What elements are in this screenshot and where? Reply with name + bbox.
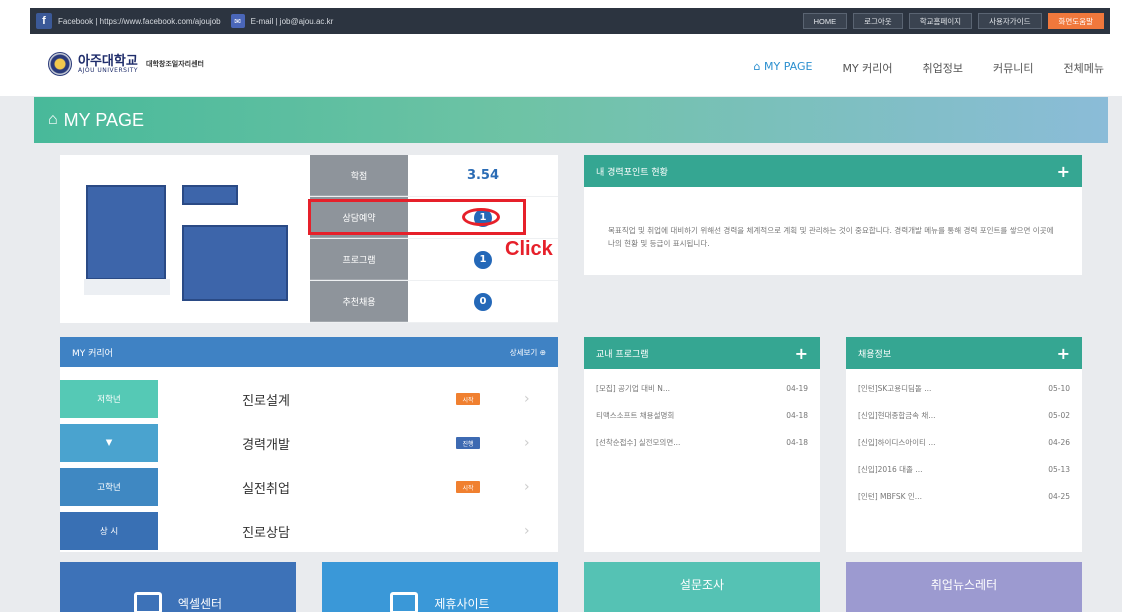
school-homepage-button[interactable]: 학교홈페이지 xyxy=(908,13,973,29)
status-badge: 시작 xyxy=(456,393,480,405)
panel-header: 교내 프로그램 + xyxy=(584,337,820,369)
stat-label: 학점 xyxy=(310,155,408,196)
programs-panel: 교내 프로그램 + [모집] 공기업 대비 N... 04-19 티맥스소프트 채… xyxy=(584,337,820,552)
panel-header: 내 경력포인트 현황 + xyxy=(584,155,1082,187)
top-utility-bar: f Facebook | https://www.facebook.com/aj… xyxy=(0,0,1122,40)
stat-row-recommend[interactable]: 추천채용 0 xyxy=(310,281,558,323)
info-placeholder xyxy=(182,225,288,301)
plus-icon[interactable]: + xyxy=(795,344,808,363)
user-guide-button[interactable]: 사용자가이드 xyxy=(978,13,1042,29)
document-icon xyxy=(133,592,162,612)
list-item[interactable]: [신입]2016 대졸 ... 05-13 xyxy=(846,456,1082,483)
career-row-design[interactable]: 저학년 진로설계 시작 › xyxy=(60,380,558,418)
chevron-right-icon: › xyxy=(524,523,530,539)
chevron-right-icon: › xyxy=(524,479,530,495)
recommend-count-badge[interactable]: 0 xyxy=(474,292,492,311)
main-nav: ⌂ MY PAGE MY 커리어 취업정보 커뮤니티 전체메뉴 xyxy=(754,60,1104,76)
panel-title: 채용정보 xyxy=(858,349,892,360)
list-item[interactable]: [인턴]SK고용디딤돌 ... 05-10 xyxy=(846,375,1082,402)
name-placeholder xyxy=(182,185,238,205)
profile-card: 학점 3.54 상담예약 1 프로그램 1 추천채용 0 xyxy=(60,155,558,323)
screen-help-button[interactable]: 화면도움말 xyxy=(1047,13,1104,29)
status-badge: 시작 xyxy=(456,481,480,493)
career-row-develop[interactable]: ▼ 경력개발 진행 › xyxy=(60,424,558,462)
list-item[interactable]: [신입]하이디스아이티 ... 04-26 xyxy=(846,429,1082,456)
career-stage-label: 고학년 xyxy=(60,468,158,506)
stat-label: 프로그램 xyxy=(310,239,408,280)
career-stage-label: 상 시 xyxy=(60,512,158,550)
mail-icon: ✉ xyxy=(230,14,245,28)
logo-english: AJOU UNIVERSITY xyxy=(78,66,139,74)
career-points-panel: 내 경력포인트 현황 + 목표직업 및 취업에 대비하기 위해선 경력을 체계적… xyxy=(584,155,1082,275)
career-row-counsel[interactable]: 상 시 진로상담 › xyxy=(60,512,558,550)
list-item[interactable]: [모집] 공기업 대비 N... 04-19 xyxy=(584,375,820,402)
nav-item-job-info[interactable]: 취업정보 xyxy=(923,60,963,76)
logout-button[interactable]: 로그아웃 xyxy=(853,13,903,29)
top-utility-strip: f Facebook | https://www.facebook.com/aj… xyxy=(30,8,1110,34)
panel-title: MY 커리어 xyxy=(72,348,113,359)
jobs-panel: 채용정보 + [인턴]SK고용디딤돌 ... 05-10 [신입]현대종합금속 채… xyxy=(846,337,1082,552)
list-item[interactable]: [인턴] MBFSK 인... 04-25 xyxy=(846,483,1082,510)
status-badge: 진행 xyxy=(456,437,480,449)
tile-label: 설문조사 xyxy=(679,578,725,592)
program-count-badge[interactable]: 1 xyxy=(474,250,492,269)
top-buttons: HOME 로그아웃 학교홈페이지 사용자가이드 화면도움말 xyxy=(802,13,1104,29)
page-title: MY PAGE xyxy=(63,109,145,130)
nav-item-all-menu[interactable]: 전체메뉴 xyxy=(1064,60,1104,76)
career-points-description: 목표직업 및 취업에 대비하기 위해선 경력을 체계적으로 계획 및 관리하는 … xyxy=(608,226,1054,248)
career-stage-label: 저학년 xyxy=(60,380,158,418)
university-seal-icon xyxy=(48,52,72,76)
stat-label: 추천채용 xyxy=(310,281,408,322)
my-career-panel: MY 커리어 상세보기 ⊕ 저학년 진로설계 시작 › ▼ 경력개발 진행 › … xyxy=(60,337,558,552)
photo-shadow xyxy=(84,279,170,295)
tile-partner-sites[interactable]: 제휴사이트 xyxy=(322,562,558,612)
tile-survey[interactable]: 설문조사 xyxy=(584,562,820,612)
home-button[interactable]: HOME xyxy=(802,13,848,29)
panel-title: 교내 프로그램 xyxy=(596,349,649,360)
home-icon: ⌂ xyxy=(753,60,765,73)
home-icon: ⌂ xyxy=(48,111,58,128)
click-annotation: Click xyxy=(505,238,553,260)
plus-icon[interactable]: + xyxy=(1057,162,1070,181)
status-badge xyxy=(456,525,480,537)
plus-icon[interactable]: + xyxy=(1057,344,1070,363)
logo-korean: 아주대학교 xyxy=(78,53,138,69)
nav-item-my-page[interactable]: ⌂ MY PAGE xyxy=(754,60,813,76)
career-title: 진로상담 xyxy=(242,525,290,541)
profile-photo-placeholder xyxy=(86,185,166,280)
career-stage-label: ▼ xyxy=(60,424,158,462)
stat-row-gpa: 학점 3.54 xyxy=(310,155,558,197)
tile-label: 제휴사이트 xyxy=(434,596,490,611)
tile-label: 취업뉴스레터 xyxy=(930,578,998,592)
facebook-link[interactable]: Facebook | https://www.facebook.com/ajou… xyxy=(58,17,221,26)
panel-header: 채용정보 + xyxy=(846,337,1082,369)
career-title: 경력개발 xyxy=(242,437,290,453)
panel-title: 내 경력포인트 현황 xyxy=(596,167,668,178)
monitor-icon xyxy=(390,592,419,612)
nav-item-my-career[interactable]: MY 커리어 xyxy=(842,60,892,76)
chevron-right-icon: › xyxy=(524,391,530,407)
list-item[interactable]: [선착순접수] 실전모의면... 04-18 xyxy=(584,429,820,456)
tile-label: 엑셀센터 xyxy=(177,596,223,611)
logo-subtitle: 대학창조일자리센터 xyxy=(146,60,204,68)
list-item[interactable]: [신입]현대종합금속 채... 05-02 xyxy=(846,402,1082,429)
page: f Facebook | https://www.facebook.com/aj… xyxy=(0,0,1122,612)
career-title: 진로설계 xyxy=(242,393,290,409)
career-title: 실전취업 xyxy=(242,481,290,497)
site-header: 아주대학교 AJOU UNIVERSITY 대학창조일자리센터 ⌂ MY PAG… xyxy=(0,40,1122,96)
tile-excel-center[interactable]: 엑셀센터 xyxy=(60,562,296,612)
details-link[interactable]: 상세보기 ⊕ xyxy=(510,347,546,358)
gpa-value: 3.54 xyxy=(466,168,500,183)
list-item[interactable]: 티맥스소프트 채용설명회 04-18 xyxy=(584,402,820,429)
career-row-employ[interactable]: 고학년 실전취업 시작 › xyxy=(60,468,558,506)
logo[interactable]: 아주대학교 AJOU UNIVERSITY 대학창조일자리센터 xyxy=(48,52,204,76)
tile-newsletter[interactable]: 취업뉴스레터 xyxy=(846,562,1082,612)
panel-header: MY 커리어 상세보기 ⊕ xyxy=(60,337,558,367)
highlight-ellipse xyxy=(462,208,500,226)
chevron-right-icon: › xyxy=(524,435,530,451)
page-title-banner: ⌂ MY PAGE xyxy=(34,97,1108,143)
facebook-icon[interactable]: f xyxy=(36,13,52,29)
email-link[interactable]: E-mail | job@ajou.ac.kr xyxy=(251,17,334,26)
nav-item-community[interactable]: 커뮤니티 xyxy=(993,60,1033,76)
